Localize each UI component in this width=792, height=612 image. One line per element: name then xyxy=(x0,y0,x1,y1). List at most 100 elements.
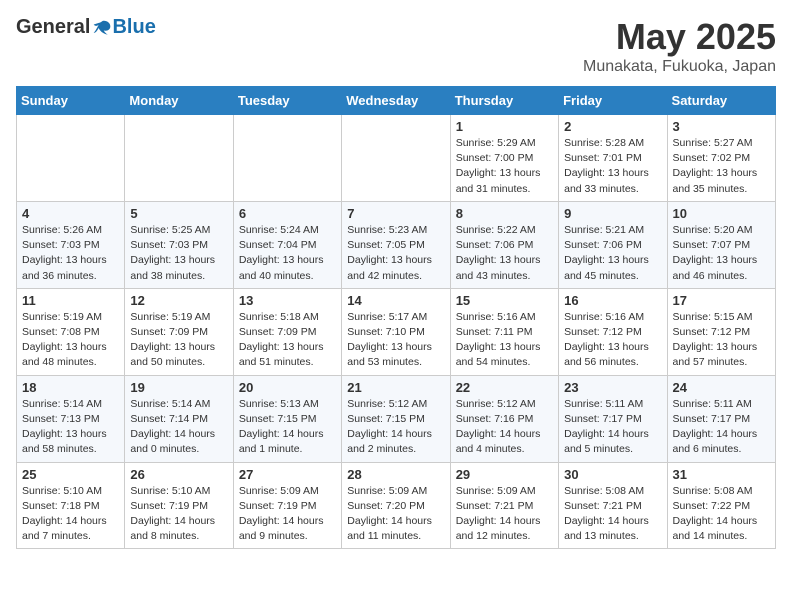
day-number: 3 xyxy=(673,119,770,134)
calendar-cell: 22Sunrise: 5:12 AM Sunset: 7:16 PM Dayli… xyxy=(450,375,558,462)
day-number: 7 xyxy=(347,206,444,221)
day-info: Sunrise: 5:09 AM Sunset: 7:20 PM Dayligh… xyxy=(347,484,444,545)
day-info: Sunrise: 5:18 AM Sunset: 7:09 PM Dayligh… xyxy=(239,310,336,371)
day-number: 22 xyxy=(456,380,553,395)
calendar-cell: 13 Sunrise: 5:18 AM Sunset: 7:09 PM Dayli… xyxy=(233,288,341,375)
logo: General Blue xyxy=(16,16,156,39)
day-info: Sunrise: 5:25 AM Sunset: 7:03 PM Dayligh… xyxy=(130,223,227,284)
calendar-header-thursday: Thursday xyxy=(450,87,558,115)
calendar-cell: 11Sunrise: 5:19 AM Sunset: 7:08 PM Dayli… xyxy=(17,288,125,375)
day-info: Sunrise: 5:09 AM Sunset: 7:21 PM Dayligh… xyxy=(456,484,553,545)
calendar-cell xyxy=(125,115,233,202)
day-info: Sunrise: 5:27 AM Sunset: 7:02 PM Dayligh… xyxy=(673,136,770,197)
day-number: 20 xyxy=(239,380,336,395)
calendar-cell: 30 Sunrise: 5:08 AM Sunset: 7:21 PM Dayli… xyxy=(559,462,667,549)
calendar-cell: 1Sunrise: 5:29 AM Sunset: 7:00 PM Daylig… xyxy=(450,115,558,202)
calendar-cell: 4Sunrise: 5:26 AM Sunset: 7:03 PM Daylig… xyxy=(17,201,125,288)
day-info: Sunrise: 5:16 AM Sunset: 7:12 PM Dayligh… xyxy=(564,310,661,371)
day-info: Sunrise: 5:12 AM Sunset: 7:15 PM Dayligh… xyxy=(347,397,444,458)
day-number: 8 xyxy=(456,206,553,221)
calendar-cell: 3 Sunrise: 5:27 AM Sunset: 7:02 PM Daylig… xyxy=(667,115,775,202)
calendar-cell: 16 Sunrise: 5:16 AM Sunset: 7:12 PM Dayli… xyxy=(559,288,667,375)
day-info: Sunrise: 5:10 AM Sunset: 7:18 PM Dayligh… xyxy=(22,484,119,545)
day-number: 5 xyxy=(130,206,227,221)
day-info: Sunrise: 5:26 AM Sunset: 7:03 PM Dayligh… xyxy=(22,223,119,284)
location-subtitle: Munakata, Fukuoka, Japan xyxy=(583,58,776,76)
calendar-cell: 10 Sunrise: 5:20 AM Sunset: 7:07 PM Dayli… xyxy=(667,201,775,288)
logo-blue-text: Blue xyxy=(112,16,155,39)
day-number: 13 xyxy=(239,293,336,308)
day-number: 16 xyxy=(564,293,661,308)
day-info: Sunrise: 5:21 AM Sunset: 7:06 PM Dayligh… xyxy=(564,223,661,284)
calendar-cell xyxy=(342,115,450,202)
day-number: 6 xyxy=(239,206,336,221)
calendar-cell: 28 Sunrise: 5:09 AM Sunset: 7:20 PM Dayli… xyxy=(342,462,450,549)
calendar-week-row: 25Sunrise: 5:10 AM Sunset: 7:18 PM Dayli… xyxy=(17,462,776,549)
day-number: 26 xyxy=(130,467,227,482)
day-info: Sunrise: 5:14 AM Sunset: 7:14 PM Dayligh… xyxy=(130,397,227,458)
day-number: 30 xyxy=(564,467,661,482)
day-info: Sunrise: 5:28 AM Sunset: 7:01 PM Dayligh… xyxy=(564,136,661,197)
calendar-cell: 5 Sunrise: 5:25 AM Sunset: 7:03 PM Daylig… xyxy=(125,201,233,288)
day-info: Sunrise: 5:11 AM Sunset: 7:17 PM Dayligh… xyxy=(564,397,661,458)
day-info: Sunrise: 5:08 AM Sunset: 7:21 PM Dayligh… xyxy=(564,484,661,545)
calendar-header-sunday: Sunday xyxy=(17,87,125,115)
calendar-cell: 25Sunrise: 5:10 AM Sunset: 7:18 PM Dayli… xyxy=(17,462,125,549)
day-number: 10 xyxy=(673,206,770,221)
calendar-cell: 6 Sunrise: 5:24 AM Sunset: 7:04 PM Daylig… xyxy=(233,201,341,288)
calendar-table: SundayMondayTuesdayWednesdayThursdayFrid… xyxy=(16,86,776,549)
day-number: 1 xyxy=(456,119,553,134)
day-number: 18 xyxy=(22,380,119,395)
calendar-cell: 26 Sunrise: 5:10 AM Sunset: 7:19 PM Dayli… xyxy=(125,462,233,549)
title-block: May 2025 Munakata, Fukuoka, Japan xyxy=(583,16,776,76)
day-info: Sunrise: 5:10 AM Sunset: 7:19 PM Dayligh… xyxy=(130,484,227,545)
day-info: Sunrise: 5:22 AM Sunset: 7:06 PM Dayligh… xyxy=(456,223,553,284)
calendar-cell: 27 Sunrise: 5:09 AM Sunset: 7:19 PM Dayli… xyxy=(233,462,341,549)
day-number: 29 xyxy=(456,467,553,482)
day-number: 11 xyxy=(22,293,119,308)
logo-general-text: General xyxy=(16,16,90,39)
calendar-cell: 2 Sunrise: 5:28 AM Sunset: 7:01 PM Daylig… xyxy=(559,115,667,202)
calendar-cell xyxy=(17,115,125,202)
calendar-cell: 29 Sunrise: 5:09 AM Sunset: 7:21 PM Dayli… xyxy=(450,462,558,549)
calendar-cell: 9 Sunrise: 5:21 AM Sunset: 7:06 PM Daylig… xyxy=(559,201,667,288)
day-number: 9 xyxy=(564,206,661,221)
day-info: Sunrise: 5:11 AM Sunset: 7:17 PM Dayligh… xyxy=(673,397,770,458)
logo-bird-icon xyxy=(92,18,112,38)
calendar-header-monday: Monday xyxy=(125,87,233,115)
calendar-week-row: 4Sunrise: 5:26 AM Sunset: 7:03 PM Daylig… xyxy=(17,201,776,288)
calendar-week-row: 1Sunrise: 5:29 AM Sunset: 7:00 PM Daylig… xyxy=(17,115,776,202)
day-number: 27 xyxy=(239,467,336,482)
day-number: 19 xyxy=(130,380,227,395)
day-info: Sunrise: 5:09 AM Sunset: 7:19 PM Dayligh… xyxy=(239,484,336,545)
calendar-header-friday: Friday xyxy=(559,87,667,115)
calendar-cell: 19 Sunrise: 5:14 AM Sunset: 7:14 PM Dayli… xyxy=(125,375,233,462)
calendar-header-wednesday: Wednesday xyxy=(342,87,450,115)
day-number: 28 xyxy=(347,467,444,482)
day-info: Sunrise: 5:20 AM Sunset: 7:07 PM Dayligh… xyxy=(673,223,770,284)
calendar-header-saturday: Saturday xyxy=(667,87,775,115)
month-title: May 2025 xyxy=(583,16,776,58)
calendar-cell: 21Sunrise: 5:12 AM Sunset: 7:15 PM Dayli… xyxy=(342,375,450,462)
calendar-week-row: 11Sunrise: 5:19 AM Sunset: 7:08 PM Dayli… xyxy=(17,288,776,375)
day-info: Sunrise: 5:13 AM Sunset: 7:15 PM Dayligh… xyxy=(239,397,336,458)
day-number: 2 xyxy=(564,119,661,134)
day-number: 31 xyxy=(673,467,770,482)
calendar-cell: 8 Sunrise: 5:22 AM Sunset: 7:06 PM Daylig… xyxy=(450,201,558,288)
calendar-cell: 20 Sunrise: 5:13 AM Sunset: 7:15 PM Dayli… xyxy=(233,375,341,462)
calendar-cell xyxy=(233,115,341,202)
day-number: 12 xyxy=(130,293,227,308)
day-info: Sunrise: 5:17 AM Sunset: 7:10 PM Dayligh… xyxy=(347,310,444,371)
calendar-cell: 31Sunrise: 5:08 AM Sunset: 7:22 PM Dayli… xyxy=(667,462,775,549)
calendar-cell: 15Sunrise: 5:16 AM Sunset: 7:11 PM Dayli… xyxy=(450,288,558,375)
day-number: 17 xyxy=(673,293,770,308)
calendar-header-row: SundayMondayTuesdayWednesdayThursdayFrid… xyxy=(17,87,776,115)
day-number: 24 xyxy=(673,380,770,395)
day-info: Sunrise: 5:24 AM Sunset: 7:04 PM Dayligh… xyxy=(239,223,336,284)
day-number: 14 xyxy=(347,293,444,308)
calendar-header-tuesday: Tuesday xyxy=(233,87,341,115)
day-number: 15 xyxy=(456,293,553,308)
calendar-cell: 12Sunrise: 5:19 AM Sunset: 7:09 PM Dayli… xyxy=(125,288,233,375)
calendar-cell: 17Sunrise: 5:15 AM Sunset: 7:12 PM Dayli… xyxy=(667,288,775,375)
day-info: Sunrise: 5:23 AM Sunset: 7:05 PM Dayligh… xyxy=(347,223,444,284)
